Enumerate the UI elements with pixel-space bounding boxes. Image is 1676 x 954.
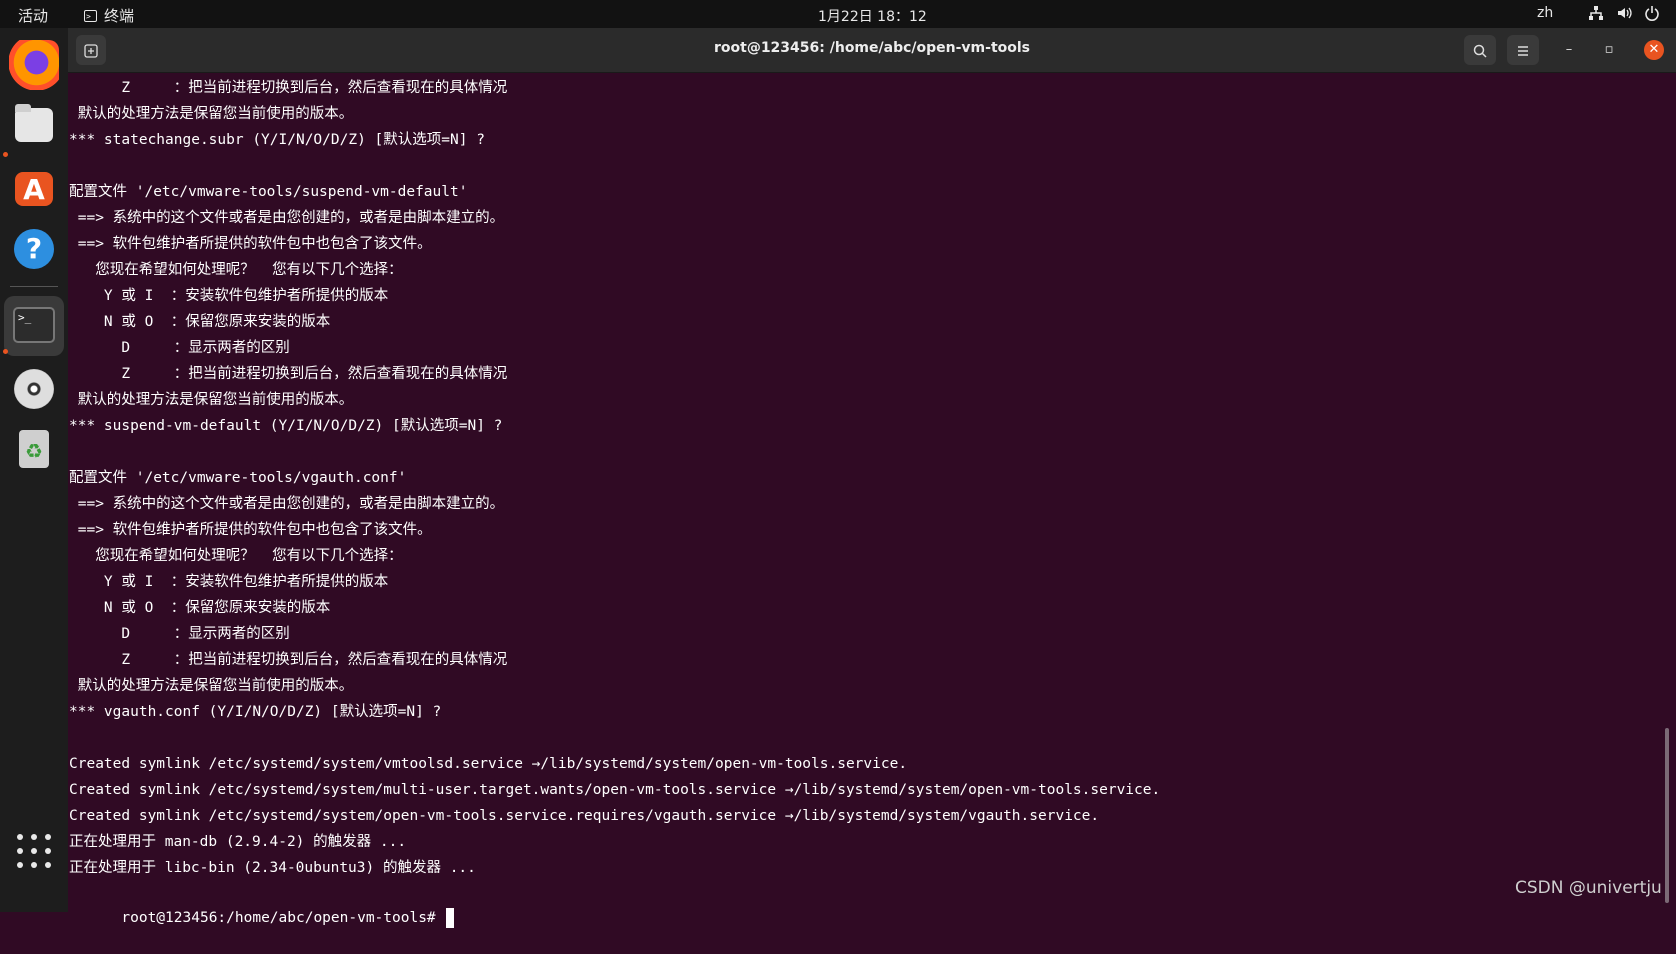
prompt-line[interactable]: root@123456:/home/abc/open-vm-tools# <box>69 882 455 928</box>
files-icon[interactable] <box>9 100 59 150</box>
running-indicator <box>3 152 8 157</box>
top-bar: 活动 > 终端 1月22日 18：12 zh <box>0 0 1676 28</box>
system-tray[interactable] <box>1588 5 1660 21</box>
maximize-button[interactable]: ▫ <box>1599 40 1619 60</box>
terminal-line: 您现在希望如何处理呢？ 您有以下几个选择： <box>69 262 403 278</box>
activities-button[interactable]: 活动 <box>18 5 48 26</box>
terminal-line: 默认的处理方法是保留您当前使用的版本。 <box>69 106 354 122</box>
terminal-line: Y 或 I ：安装软件包维护者所提供的版本 <box>69 288 389 304</box>
terminal-line: Created symlink /etc/systemd/system/vmto… <box>69 756 908 772</box>
terminal-line: D ：显示两者的区别 <box>69 340 290 356</box>
terminal-line: 默认的处理方法是保留您当前使用的版本。 <box>69 392 354 408</box>
terminal-app-icon: > <box>84 9 97 22</box>
input-method[interactable]: zh <box>1537 5 1553 21</box>
search-button[interactable] <box>1464 35 1496 65</box>
watermark: CSDN @univertju <box>1515 878 1662 898</box>
terminal-line: D ：显示两者的区别 <box>69 626 290 642</box>
terminal-line: *** suspend-vm-default (Y/I/N/O/D/Z) [默认… <box>69 418 503 434</box>
dock-separator <box>10 286 58 287</box>
app-name: 终端 <box>104 7 135 25</box>
text-cursor <box>446 908 455 928</box>
terminal-line: *** vgauth.conf (Y/I/N/O/D/Z) [默认选项=N] ? <box>69 704 442 720</box>
terminal-line: 默认的处理方法是保留您当前使用的版本。 <box>69 678 354 694</box>
terminal-line: ==> 系统中的这个文件或者是由您创建的，或者是由脚本建立的。 <box>69 496 505 512</box>
terminal-line: Z ：把当前进程切换到后台，然后查看现在的具体情况 <box>69 366 508 382</box>
terminal-line: Created symlink /etc/systemd/system/mult… <box>69 782 1161 798</box>
software-icon[interactable]: A <box>9 162 59 212</box>
apps-grid-icon[interactable] <box>17 834 51 868</box>
close-button[interactable]: ✕ <box>1644 40 1664 60</box>
terminal-line: ==> 系统中的这个文件或者是由您创建的，或者是由脚本建立的。 <box>69 210 505 226</box>
terminal-output[interactable]: Z ：把当前进程切换到后台，然后查看现在的具体情况 默认的处理方法是保留您当前使… <box>68 73 1658 928</box>
running-indicator <box>3 349 8 354</box>
terminal-line: 配置文件 '/etc/vmware-tools/vgauth.conf' <box>69 470 407 486</box>
help-icon[interactable]: ? <box>9 224 59 274</box>
network-icon <box>1588 5 1604 21</box>
minimize-button[interactable]: – <box>1559 40 1579 60</box>
scrollbar[interactable] <box>1665 728 1669 903</box>
terminal-line: ==> 软件包维护者所提供的软件包中也包含了该文件。 <box>69 522 432 538</box>
terminal-line: 您现在希望如何处理呢？ 您有以下几个选择： <box>69 548 403 564</box>
terminal-window: root@123456: /home/abc/open-vm-tools – ▫… <box>68 28 1676 928</box>
terminal-line: Y 或 I ：安装软件包维护者所提供的版本 <box>69 574 389 590</box>
terminal-line: 正在处理用于 libc-bin (2.34-0ubuntu3) 的触发器 ... <box>69 860 476 876</box>
terminal-line: Created symlink /etc/systemd/system/open… <box>69 808 1100 824</box>
terminal-line: N 或 O ：保留您原来安装的版本 <box>69 314 331 330</box>
window-title: root@123456: /home/abc/open-vm-tools <box>713 40 1031 56</box>
terminal-line: *** statechange.subr (Y/I/N/O/D/Z) [默认选项… <box>69 132 485 148</box>
terminal-line: 正在处理用于 man-db (2.9.4-2) 的触发器 ... <box>69 834 407 850</box>
terminal-line: 配置文件 '/etc/vmware-tools/suspend-vm-defau… <box>69 184 468 200</box>
power-icon <box>1644 5 1660 21</box>
title-bar: root@123456: /home/abc/open-vm-tools – ▫… <box>68 28 1676 73</box>
hamburger-menu-button[interactable] <box>1507 35 1539 65</box>
terminal-line: ==> 软件包维护者所提供的软件包中也包含了该文件。 <box>69 236 432 252</box>
terminal-line: Z ：把当前进程切换到后台，然后查看现在的具体情况 <box>69 80 508 96</box>
trash-icon[interactable]: ♻ <box>9 424 59 474</box>
dock: A ? >_ ♻ <box>0 28 68 912</box>
firefox-icon[interactable] <box>9 40 59 90</box>
volume-icon <box>1616 5 1632 21</box>
app-menu[interactable]: > 终端 <box>84 5 134 26</box>
shell-prompt: root@123456:/home/abc/open-vm-tools# <box>121 910 445 926</box>
terminal-line: Z ：把当前进程切换到后台，然后查看现在的具体情况 <box>69 652 508 668</box>
terminal-icon[interactable]: >_ <box>9 301 59 351</box>
terminal-line: N 或 O ：保留您原来安装的版本 <box>69 600 331 616</box>
disc-icon[interactable] <box>9 364 59 414</box>
clock[interactable]: 1月22日 18：12 <box>818 6 927 26</box>
